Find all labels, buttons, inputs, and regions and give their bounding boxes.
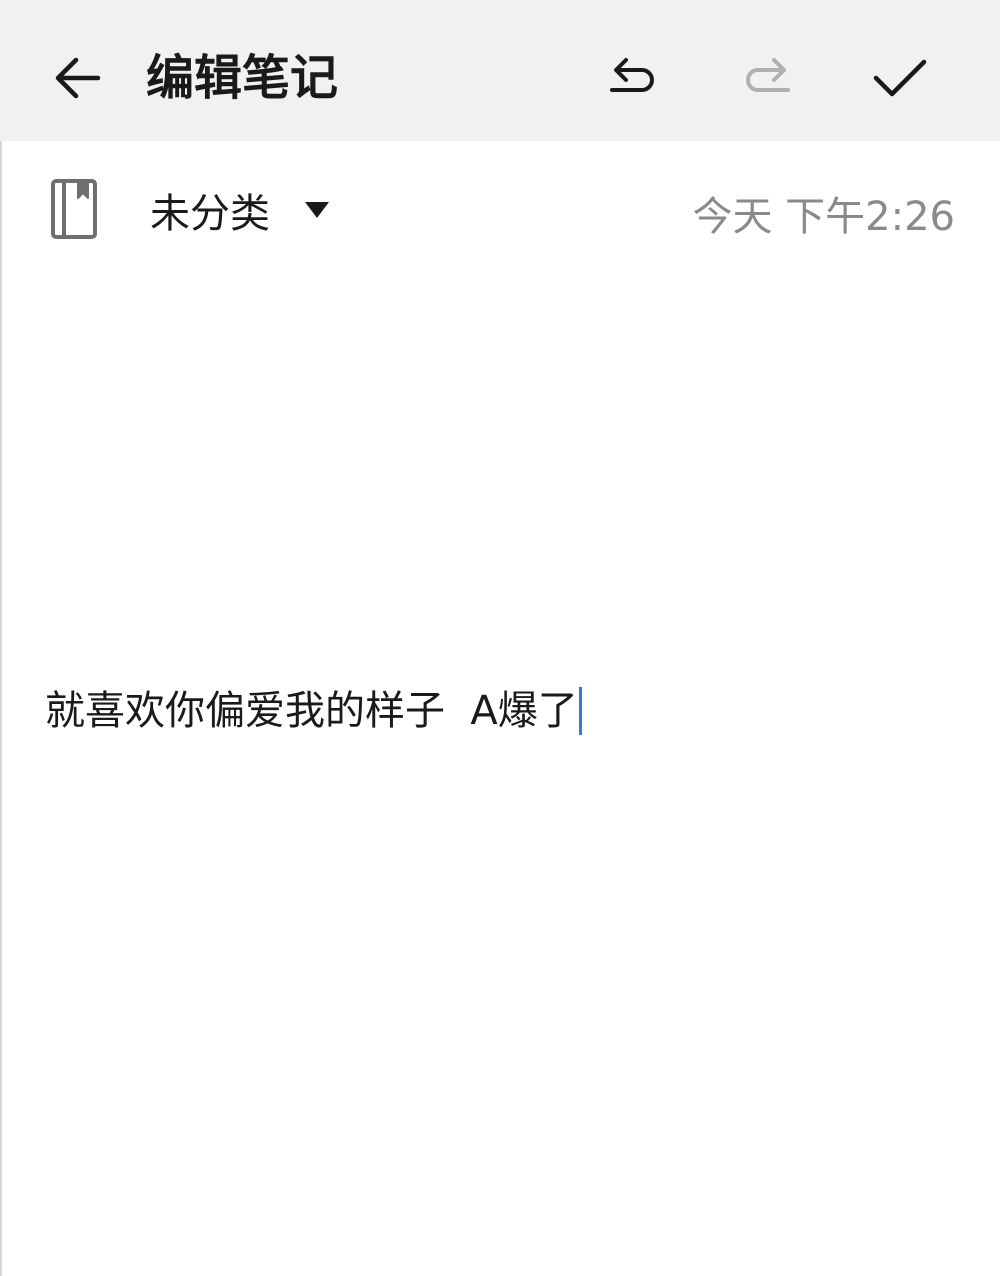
back-arrow-icon: [55, 57, 101, 99]
note-meta-row: 未分类 今天 下午2:26: [0, 150, 1000, 270]
category-selector[interactable]: 未分类: [150, 180, 330, 240]
note-timestamp: 今天 下午2:26: [692, 194, 955, 240]
done-button[interactable]: [860, 38, 940, 118]
undo-button[interactable]: [592, 38, 672, 118]
undo-icon: [610, 58, 654, 92]
edit-note-screen: 编辑笔记 未分类 今天 下午2:26 就喜欢你偏爱我的样子 A爆了: [0, 0, 1000, 1276]
dropdown-triangle-icon: [305, 202, 329, 218]
category-label: 未分类: [150, 191, 270, 237]
notebook-icon: [51, 179, 97, 239]
back-button[interactable]: [38, 38, 118, 118]
text-caret: [578, 687, 582, 735]
note-content: 就喜欢你偏爱我的样子 A爆了: [45, 688, 578, 734]
top-bar: 编辑笔记: [0, 0, 1000, 141]
left-edge-divider: [0, 141, 2, 1276]
redo-button[interactable]: [728, 38, 808, 118]
page-title: 编辑笔记: [146, 50, 339, 106]
checkmark-icon: [873, 59, 927, 97]
redo-icon: [746, 58, 790, 92]
note-editor[interactable]: 就喜欢你偏爱我的样子 A爆了: [45, 684, 582, 738]
